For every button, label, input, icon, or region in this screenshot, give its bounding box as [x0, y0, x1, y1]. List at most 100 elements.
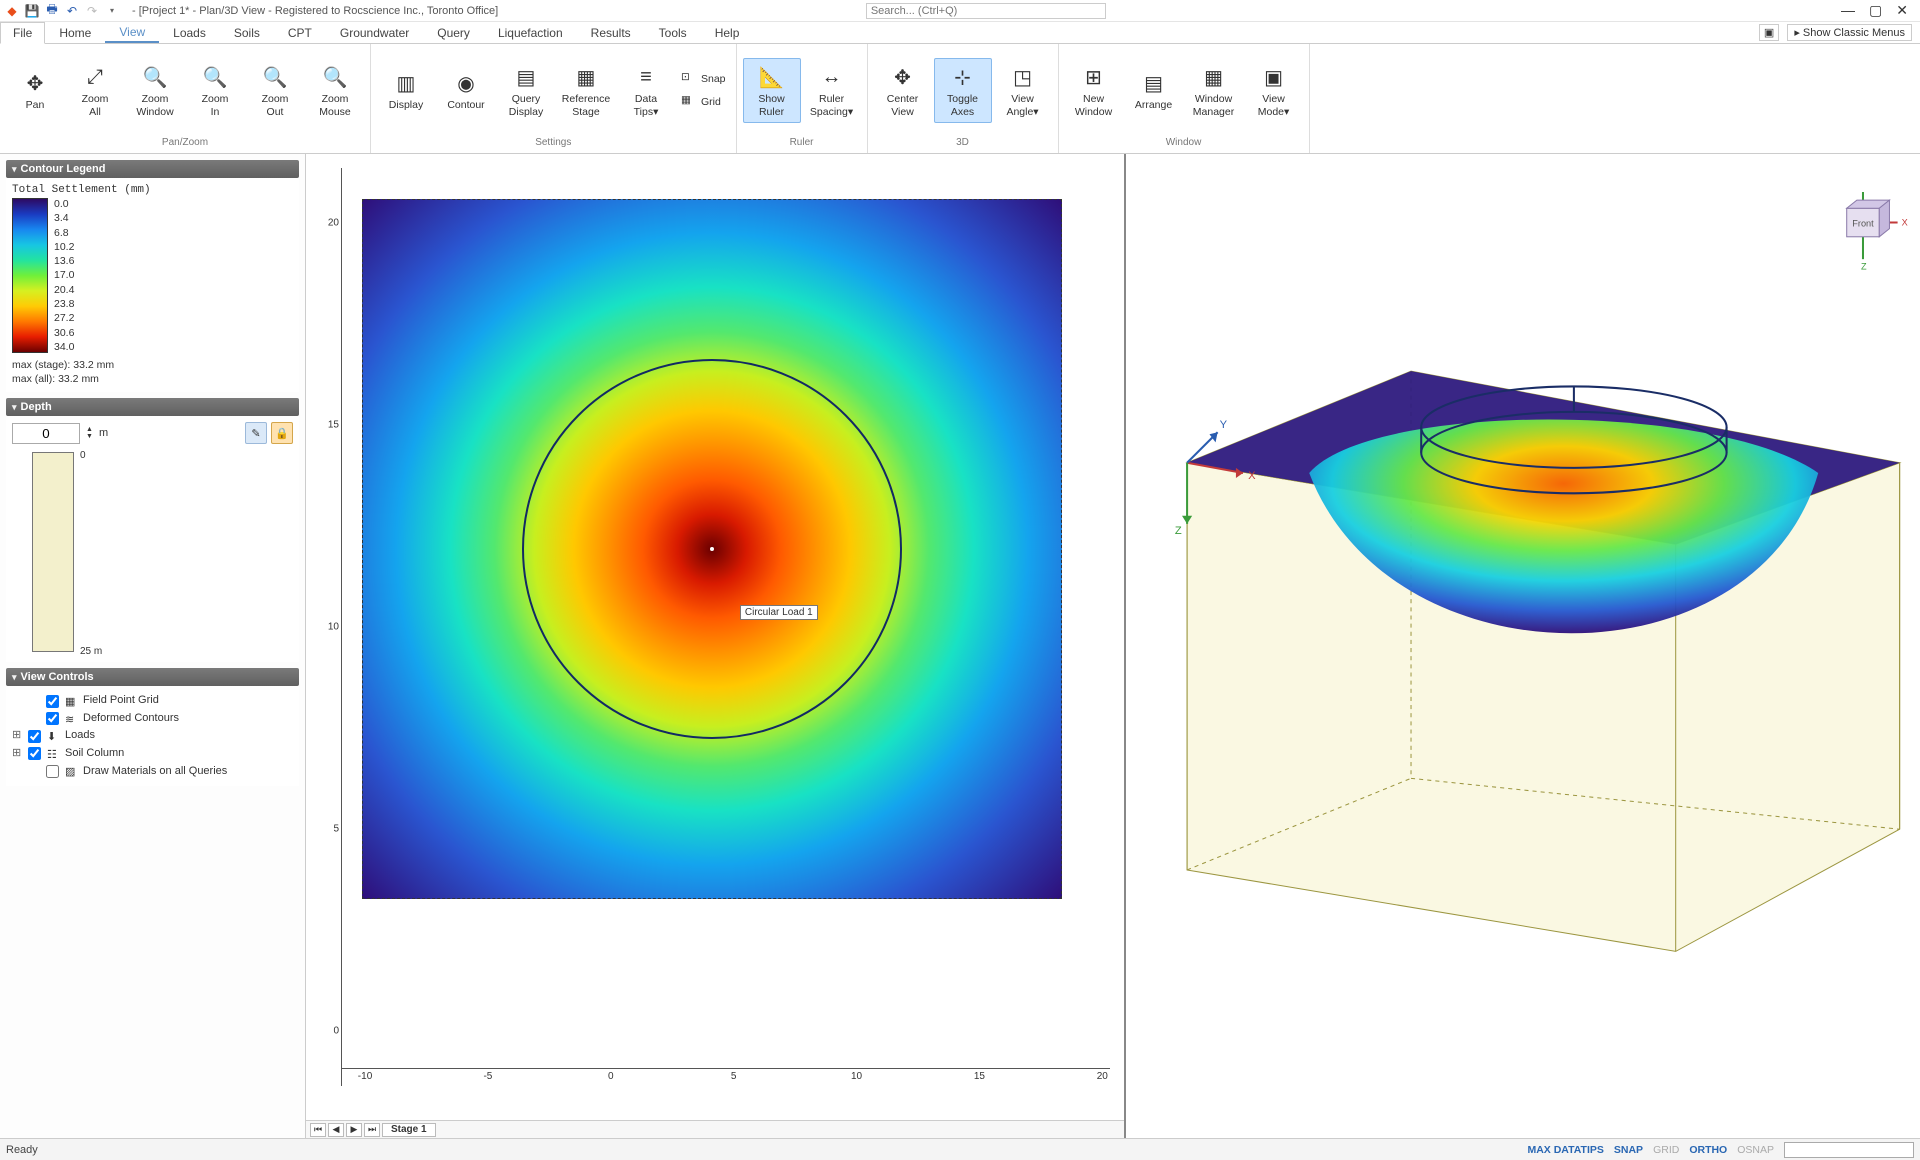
checkbox[interactable]	[46, 765, 59, 778]
tab-cpt[interactable]: CPT	[274, 22, 326, 43]
search-box[interactable]	[866, 3, 1106, 19]
data-tips-button[interactable]: ≡DataTips▾	[617, 58, 675, 122]
tab-query[interactable]: Query	[423, 22, 484, 43]
tree-item-field-point-grid[interactable]: ▦Field Point Grid	[12, 692, 293, 710]
search-input[interactable]	[866, 3, 1106, 19]
plan-view-canvas[interactable]: 20 15 10 5 0 -10 -5 0 5 10 15 20	[306, 154, 1124, 1120]
new-window-button[interactable]: ⊞NewWindow	[1065, 58, 1123, 122]
arrange-button[interactable]: ▤Arrange	[1125, 64, 1183, 116]
view-controls-header[interactable]: View Controls	[6, 668, 299, 686]
stage-play-icon[interactable]: ▶	[346, 1123, 362, 1137]
save-icon[interactable]: 💾	[24, 3, 40, 19]
zoom-window-button[interactable]: 🔍ZoomWindow	[126, 58, 184, 122]
y-axis: 20 15 10 5 0	[320, 168, 342, 1086]
orientation-cube[interactable]: Front X Z	[1847, 192, 1908, 271]
ruler-spacing-button[interactable]: ↔RulerSpacing▾	[803, 58, 861, 122]
expand-icon[interactable]: ⊞	[12, 727, 22, 745]
toggle-axes-button[interactable]: ⊹ToggleAxes	[934, 58, 992, 122]
view-angle-icon: ◳	[1009, 63, 1037, 91]
view-mode-button[interactable]: ▣ViewMode▾	[1245, 58, 1303, 122]
checkbox[interactable]	[28, 747, 41, 760]
zoom-out-button[interactable]: 🔍ZoomOut	[246, 58, 304, 122]
zoom-mouse-button[interactable]: 🔍ZoomMouse	[306, 58, 364, 122]
close-icon[interactable]: ✕	[1896, 2, 1908, 19]
pan-icon: ✥	[21, 69, 49, 97]
depth-input[interactable]	[12, 423, 80, 444]
toggle-osnap[interactable]: OSNAP	[1737, 1144, 1774, 1156]
3d-view-canvas[interactable]: Front X Z	[1126, 154, 1920, 1138]
stage-prev-icon[interactable]: ◀	[328, 1123, 344, 1137]
window-manager-button[interactable]: ▦WindowManager	[1185, 58, 1243, 122]
soil-block: X Y Z	[1175, 371, 1900, 951]
zoom-in-button[interactable]: 🔍ZoomIn	[186, 58, 244, 122]
spin-up-icon[interactable]: ▲	[86, 426, 93, 433]
tab-results[interactable]: Results	[577, 22, 645, 43]
minimize-icon[interactable]: —	[1841, 2, 1855, 19]
depth-edit-icon[interactable]: ✎	[245, 422, 267, 444]
checkbox[interactable]	[46, 712, 59, 725]
tab-groundwater[interactable]: Groundwater	[326, 22, 423, 43]
print-icon[interactable]: 🖶	[44, 3, 60, 19]
redo-icon[interactable]: ↷	[84, 3, 100, 19]
tab-home[interactable]: Home	[45, 22, 105, 43]
app-icon: ◆	[4, 3, 20, 19]
display-button[interactable]: ▥Display	[377, 64, 435, 116]
tree-item-draw-materials[interactable]: ▨Draw Materials on all Queries	[12, 763, 293, 781]
snap-toggle[interactable]: ⊡Snap	[677, 69, 730, 89]
grid-toggle[interactable]: ▦Grid	[677, 92, 730, 112]
checkbox[interactable]	[28, 730, 41, 743]
toggle-ortho[interactable]: ORTHO	[1689, 1144, 1727, 1156]
pan-button[interactable]: ✥Pan	[6, 64, 64, 116]
tab-view[interactable]: View	[105, 22, 159, 43]
group-label: Window	[1059, 137, 1309, 153]
quick-access-toolbar: ◆ 💾 🖶 ↶ ↷ ▾	[4, 3, 120, 19]
legend-value: 17.0	[54, 269, 74, 281]
depth-lock-icon[interactable]: 🔒	[271, 422, 293, 444]
legend-title: Total Settlement (mm)	[12, 184, 293, 196]
stage-tab[interactable]: Stage 1	[382, 1123, 436, 1137]
tree-item-soil-column[interactable]: ⊞☷Soil Column	[12, 745, 293, 763]
tree-label: Soil Column	[65, 745, 124, 763]
reference-stage-button[interactable]: ▦ReferenceStage	[557, 58, 615, 122]
stage-last-icon[interactable]: ⏭	[364, 1123, 380, 1137]
center-point-icon	[710, 547, 714, 551]
zoom-all-button[interactable]: ⤢ZoomAll	[66, 58, 124, 122]
legend-max-all: max (all): 33.2 mm	[12, 373, 293, 387]
contour-button[interactable]: ◉Contour	[437, 64, 495, 116]
checkbox[interactable]	[46, 695, 59, 708]
show-ruler-button[interactable]: 📐ShowRuler	[743, 58, 801, 122]
tab-liquefaction[interactable]: Liquefaction	[484, 22, 577, 43]
group-panzoom: ✥Pan ⤢ZoomAll 🔍ZoomWindow 🔍ZoomIn 🔍ZoomO…	[0, 44, 371, 153]
undo-icon[interactable]: ↶	[64, 3, 80, 19]
toggle-snap[interactable]: SNAP	[1614, 1144, 1643, 1156]
side-panel: Contour Legend Total Settlement (mm) 0.0…	[0, 154, 306, 1138]
status-input-box[interactable]	[1784, 1142, 1914, 1158]
tab-tools[interactable]: Tools	[645, 22, 701, 43]
qat-dropdown-icon[interactable]: ▾	[104, 3, 120, 19]
legend-value: 6.8	[54, 227, 74, 239]
maximize-icon[interactable]: ▢	[1869, 2, 1882, 19]
center-view-button[interactable]: ✥CenterView	[874, 58, 932, 122]
ribbon-toggle-icon[interactable]: ▣	[1759, 24, 1779, 41]
query-display-button[interactable]: ▤QueryDisplay	[497, 58, 555, 122]
tab-help[interactable]: Help	[701, 22, 754, 43]
contour-legend-header[interactable]: Contour Legend	[6, 160, 299, 178]
toggle-max-datatips[interactable]: MAX DATATIPS	[1527, 1144, 1603, 1156]
tree-item-deformed-contours[interactable]: ≋Deformed Contours	[12, 710, 293, 728]
tab-file[interactable]: File	[0, 22, 45, 44]
view-angle-button[interactable]: ◳ViewAngle▾	[994, 58, 1052, 122]
contours-icon: ≋	[65, 712, 79, 726]
tab-loads[interactable]: Loads	[159, 22, 220, 43]
contour-plot[interactable]: Circular Load 1	[362, 199, 1062, 899]
depth-header[interactable]: Depth	[6, 398, 299, 416]
ribbon-tabs: File Home View Loads Soils CPT Groundwat…	[0, 22, 1920, 44]
y-tick: 20	[328, 218, 339, 229]
stage-first-icon[interactable]: ⏮	[310, 1123, 326, 1137]
tab-soils[interactable]: Soils	[220, 22, 274, 43]
toggle-grid[interactable]: GRID	[1653, 1144, 1679, 1156]
expand-icon[interactable]: ⊞	[12, 745, 22, 763]
spin-down-icon[interactable]: ▼	[86, 433, 93, 440]
status-ready: Ready	[6, 1144, 38, 1156]
tree-item-loads[interactable]: ⊞⬇Loads	[12, 727, 293, 745]
classic-menus-toggle[interactable]: ▸ Show Classic Menus	[1787, 24, 1912, 41]
